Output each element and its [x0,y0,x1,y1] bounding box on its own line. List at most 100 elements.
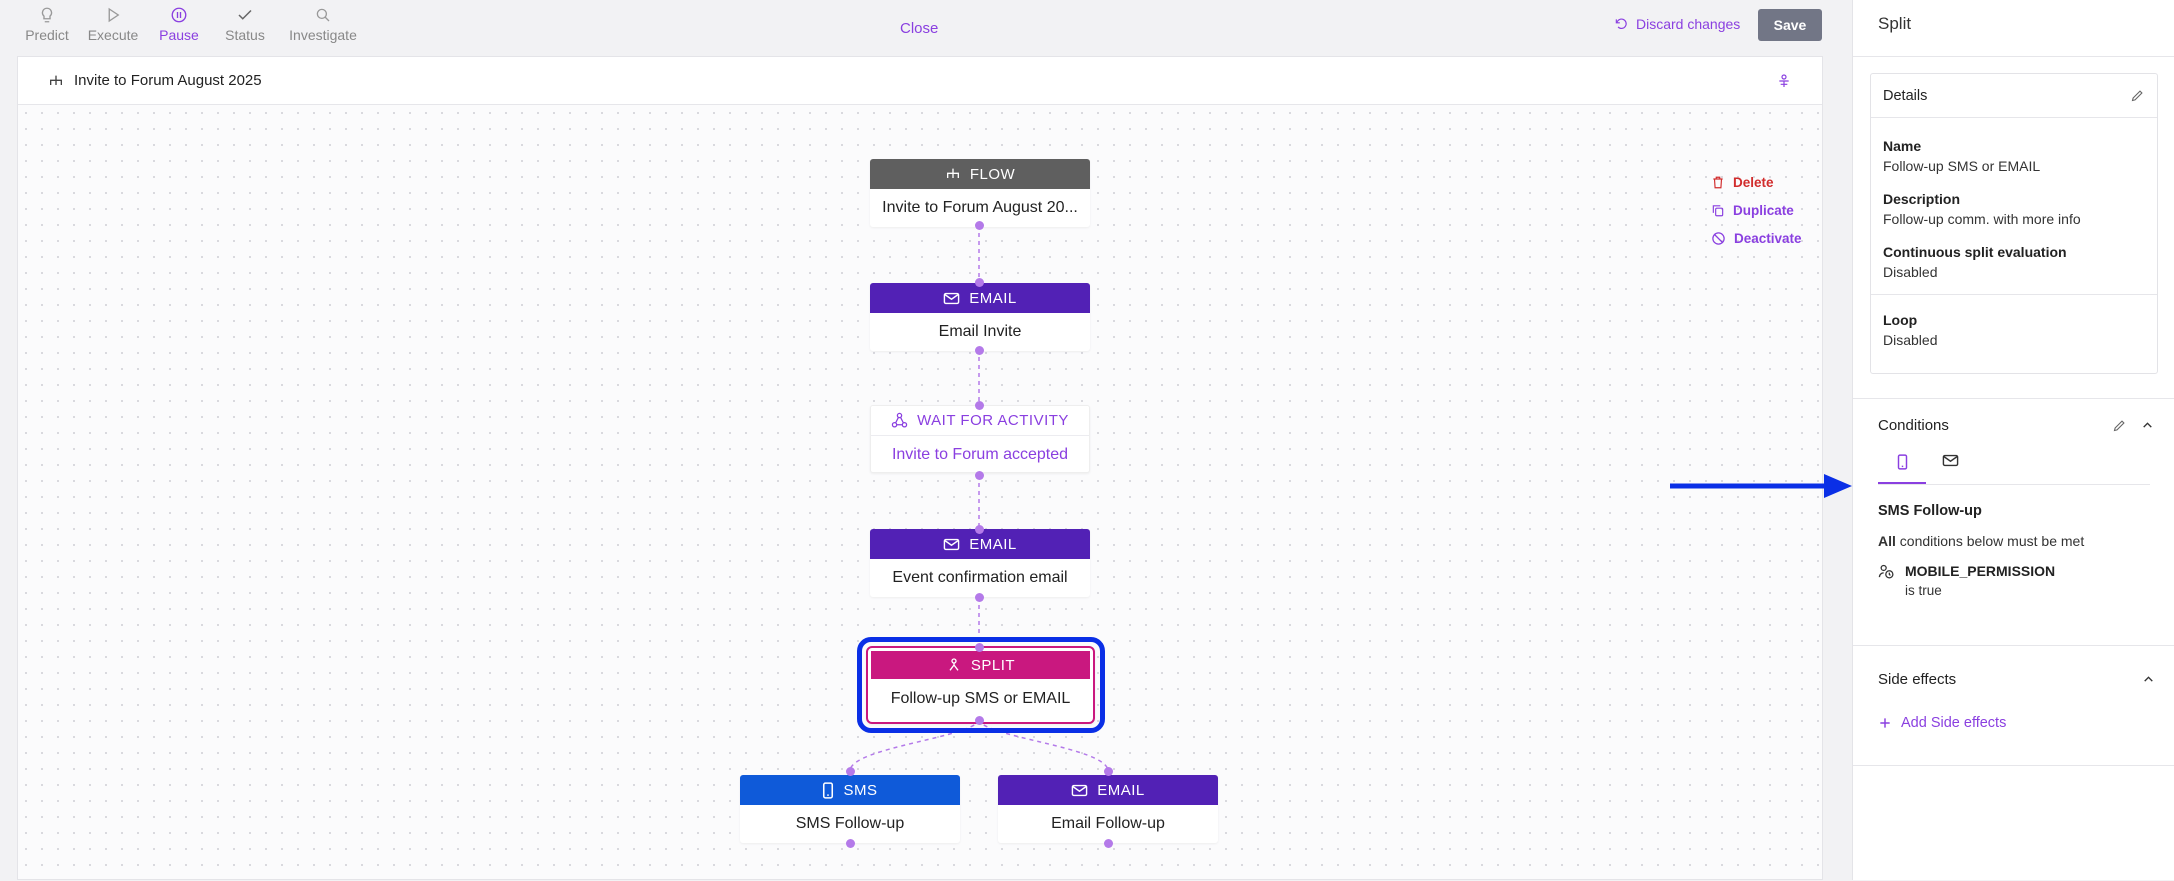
node-header: SMS [740,775,960,805]
flow-canvas: Invite to Forum August 2025 FLOW Invite … [17,56,1823,880]
mode-status[interactable]: Status [212,6,278,43]
node-name: Event confirmation email [892,569,1068,586]
tab-sms-branch[interactable] [1878,450,1926,484]
mail-icon [1942,454,1958,467]
rule-suffix: conditions below must be met [1895,533,2085,549]
add-side-effects-label: Add Side effects [1901,715,2007,731]
condition-branch-tabs [1878,450,2150,485]
port[interactable] [846,767,855,776]
node-split[interactable]: SPLIT Follow-up SMS or EMAIL [866,646,1095,724]
node-sms-follow-up[interactable]: SMS SMS Follow-up [740,775,960,843]
chevron-up-icon[interactable] [2142,673,2155,686]
pencil-icon[interactable] [2112,418,2127,433]
field-value: Disabled [1883,332,1938,348]
permission-icon [1878,564,1894,579]
duplicate-button[interactable]: Duplicate [1711,203,1802,218]
mode-label: Investigate [289,27,357,43]
pencil-icon[interactable] [2130,88,2145,103]
annotation-arrow-icon [1670,474,1852,498]
close-button[interactable]: Close [900,20,938,37]
flow-icon [946,168,959,178]
mode-label: Execute [87,27,139,43]
node-email-follow-up[interactable]: EMAIL Email Follow-up [998,775,1218,843]
port[interactable] [1104,839,1113,848]
node-actions: Delete Duplicate Deactivate [1711,175,1802,246]
node-header: EMAIL [998,775,1218,805]
details-card: Details Name Follow-up SMS or EMAIL Desc… [1870,73,2158,374]
node-header: EMAIL [870,283,1090,313]
divider [1871,294,2157,295]
details-heading: Details [1883,87,1928,104]
node-type: SMS [843,781,878,799]
node-flow[interactable]: FLOW Invite to Forum August 20... [870,159,1090,227]
port[interactable] [975,471,984,480]
bulb-icon [41,7,53,23]
split-icon [949,658,959,671]
mode-label: Status [225,27,265,43]
field-value: Follow-up comm. with more info [1883,211,2081,227]
mobile-icon [1897,454,1907,470]
trash-icon [1713,176,1723,189]
port[interactable] [975,716,984,725]
field-label: Name [1883,138,1922,154]
mobile-icon [823,781,834,799]
node-event-confirmation[interactable]: EMAIL Event confirmation email [870,529,1090,597]
divider [1853,645,2174,646]
check-icon [238,9,252,20]
activity-icon [891,412,908,428]
rule-prefix: All [1878,533,1896,549]
condition-rule: All conditions below must be met [1853,533,2174,549]
port[interactable] [975,278,984,287]
node-name: Email Follow-up [1051,815,1165,832]
field-description: Description Follow-up comm. with more in… [1871,191,2157,227]
condition-name: MOBILE_PERMISSION [1905,563,2056,579]
divider [1853,398,2174,399]
field-continuous-split: Continuous split evaluation Disabled [1871,244,2157,280]
node-name: Invite to Forum accepted [891,446,1069,463]
branch-title: SMS Follow-up [1878,503,1982,519]
port[interactable] [975,401,984,410]
node-name: Follow-up SMS or EMAIL [890,690,1071,707]
node-type: EMAIL [969,289,1017,307]
mode-predict[interactable]: Predict [14,6,80,43]
node-wait-for-activity[interactable]: WAIT FOR ACTIVITY Invite to Forum accept… [870,405,1090,473]
node-email-invite[interactable]: EMAIL Email Invite [870,283,1090,351]
mail-icon [943,292,960,304]
port[interactable] [975,221,984,230]
conditions-heading: Conditions [1878,417,1949,434]
field-name: Name Follow-up SMS or EMAIL [1871,138,2157,174]
discard-changes-button[interactable]: Discard changes [1614,16,1740,32]
condition-value: is true [1905,583,1942,598]
node-type: WAIT FOR ACTIVITY [917,412,1069,429]
mode-investigate[interactable]: Investigate [278,6,368,43]
tab-email-branch[interactable] [1926,450,1974,484]
chevron-up-icon[interactable] [2141,419,2154,432]
port[interactable] [975,593,984,602]
node-type: EMAIL [1097,781,1145,799]
add-side-effects-button[interactable]: Add Side effects [1878,715,2006,731]
port[interactable] [846,839,855,848]
port[interactable] [975,525,984,534]
mode-label: Pause [159,27,199,43]
side-effects-header: Side effects [1853,671,2174,688]
play-icon [108,7,120,23]
port[interactable] [975,643,984,652]
details-header: Details [1871,74,2157,118]
mail-icon [1071,784,1088,796]
mode-switcher: Predict Execute Pause Status Investigate [14,6,368,43]
delete-button[interactable]: Delete [1711,175,1802,190]
deactivate-icon [1712,232,1725,245]
port[interactable] [975,346,984,355]
side-effects-heading: Side effects [1878,671,1957,688]
delete-label: Delete [1733,175,1774,190]
discard-label: Discard changes [1636,16,1741,32]
copy-icon [1712,205,1724,217]
mode-pause[interactable]: Pause [146,6,212,43]
port[interactable] [1104,767,1113,776]
deactivate-button[interactable]: Deactivate [1711,231,1802,246]
condition-item[interactable]: MOBILE_PERMISSION is true [1853,563,2174,598]
save-button[interactable]: Save [1758,9,1822,41]
field-label: Description [1883,191,1961,207]
mode-execute[interactable]: Execute [80,6,146,43]
node-header: SPLIT [871,651,1090,679]
